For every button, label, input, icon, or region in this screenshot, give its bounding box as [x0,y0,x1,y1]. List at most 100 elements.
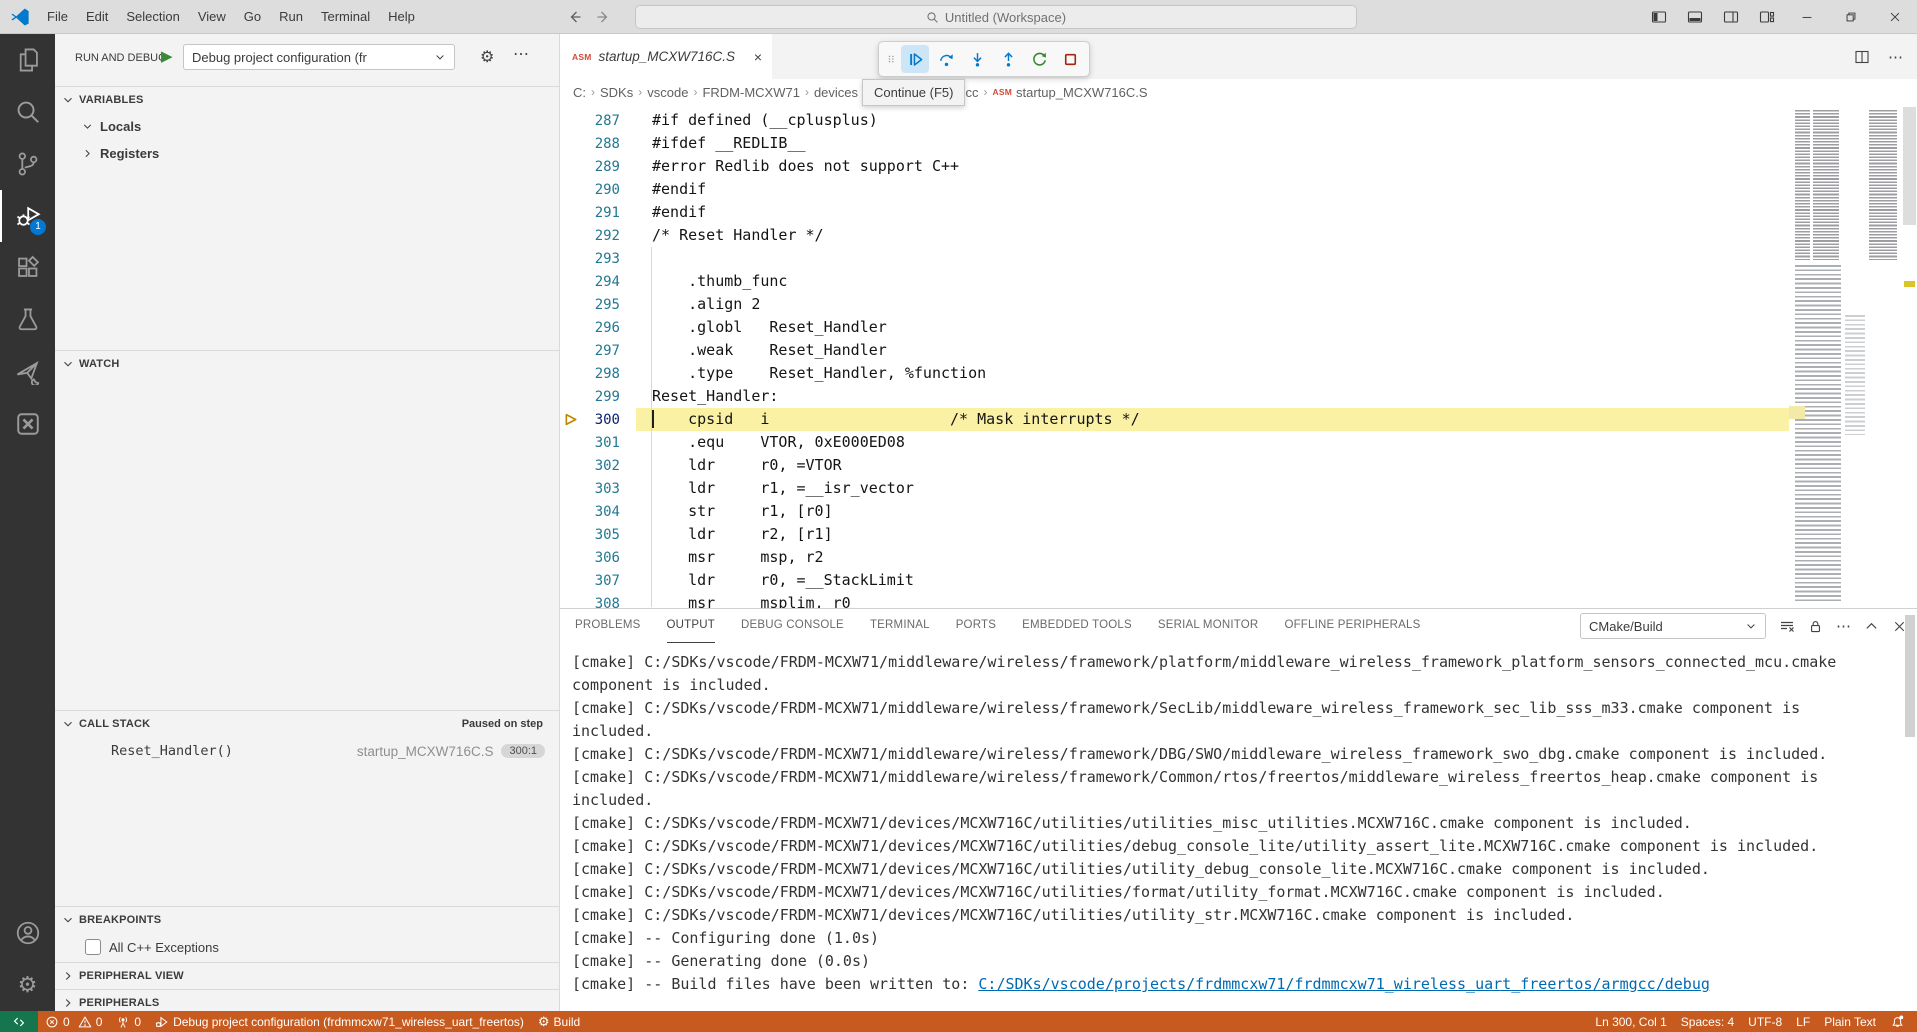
notifications-bell[interactable] [1883,1011,1917,1032]
line-gutter[interactable]: 292 [560,228,636,244]
line-gutter[interactable]: 295 [560,297,636,313]
indentation-status[interactable]: Spaces: 4 [1674,1011,1741,1032]
lock-autoscroll-icon[interactable] [1808,619,1823,634]
variables-item-registers[interactable]: Registers [55,140,559,167]
remote-indicator[interactable] [0,1011,38,1032]
sidebar-more-icon[interactable]: ⋯ [513,44,529,64]
code-line[interactable]: 292/* Reset Handler */ [560,224,1789,247]
nav-back-icon[interactable] [566,9,582,25]
line-gutter[interactable]: 294 [560,274,636,290]
menu-selection[interactable]: Selection [117,0,188,34]
variables-item-locals[interactable]: Locals [55,113,559,140]
minimap[interactable] [1789,105,1902,608]
accounts-icon[interactable] [0,907,55,959]
encoding-status[interactable]: UTF-8 [1741,1011,1789,1032]
line-gutter[interactable]: 288 [560,136,636,152]
window-close-icon[interactable] [1873,0,1917,34]
tab-close-icon[interactable]: × [754,49,762,65]
run-and-debug-icon[interactable]: 1 [0,190,55,242]
line-gutter[interactable]: 308 [560,596,636,609]
panel-tab-offline-peripherals[interactable]: OFFLINE PERIPHERALS [1284,609,1420,643]
line-gutter[interactable]: 287 [560,113,636,129]
manage-gear-icon[interactable]: ⚙ [0,959,55,1011]
breakpoints-header[interactable]: BREAKPOINTS [55,907,559,933]
line-gutter[interactable]: 305 [560,527,636,543]
line-gutter[interactable]: 300 [560,412,636,428]
eol-status[interactable]: LF [1789,1011,1817,1032]
source-control-icon[interactable] [0,138,55,190]
code-line[interactable]: 297 .weak Reset_Handler [560,339,1789,362]
testing-flask-icon[interactable] [0,294,55,346]
line-gutter[interactable]: 301 [560,435,636,451]
code-line[interactable]: 302 ldr r0, =VTOR [560,454,1789,477]
code-line[interactable]: 288#ifdef __REDLIB__ [560,132,1789,155]
panel-tab-debug-console[interactable]: DEBUG CONSOLE [741,609,844,643]
editor-more-icon[interactable]: ⋯ [1888,48,1903,66]
line-gutter[interactable]: 296 [560,320,636,336]
code-line[interactable]: 305 ldr r2, [r1] [560,523,1789,546]
line-gutter[interactable]: 297 [560,343,636,359]
line-gutter[interactable]: 290 [560,182,636,198]
variables-header[interactable]: VARIABLES [55,87,559,113]
panel-tab-ports[interactable]: PORTS [956,609,996,643]
menu-view[interactable]: View [189,0,235,34]
breadcrumb[interactable]: C:›SDKs›vscode›FRDM-MCXW71›devices›MCXW7… [560,79,1917,105]
output-channel-dropdown[interactable]: CMake/Build [1580,613,1766,639]
menu-terminal[interactable]: Terminal [312,0,379,34]
debug-step-out-icon[interactable] [994,45,1022,73]
code-line[interactable]: 300 cpsid i /* Mask interrupts */ [560,408,1789,431]
line-gutter[interactable]: 304 [560,504,636,520]
line-gutter[interactable]: 289 [560,159,636,175]
code-line[interactable]: 287#if defined (__cplusplus) [560,109,1789,132]
window-restore-icon[interactable] [1829,0,1873,34]
code-line[interactable]: 293 [560,247,1789,270]
x-terminal-icon[interactable] [0,398,55,450]
panel-tab-problems[interactable]: PROBLEMS [575,609,641,643]
line-gutter[interactable]: 303 [560,481,636,497]
watch-header[interactable]: WATCH [55,351,559,377]
toggle-secondary-sidebar-icon[interactable] [1713,0,1749,34]
code-line[interactable]: 301 .equ VTOR, 0xE000ED08 [560,431,1789,454]
language-mode-status[interactable]: Plain Text [1817,1011,1883,1032]
code-line[interactable]: 307 ldr r0, =__StackLimit [560,569,1789,592]
breadcrumb-item[interactable]: ASMstartup_MCXW716C.S [993,85,1148,100]
breadcrumb-item[interactable]: FRDM-MCXW71 [702,85,800,100]
overview-ruler[interactable] [1902,105,1917,608]
menu-help[interactable]: Help [379,0,424,34]
customize-layout-icon[interactable] [1749,0,1785,34]
code-line[interactable]: 291#endif [560,201,1789,224]
extensions-icon[interactable] [0,242,55,294]
menu-file[interactable]: File [38,0,77,34]
stack-frame-row[interactable]: Reset_Handler() startup_MCXW716C.S 300:1 [55,737,559,765]
explorer-icon[interactable] [0,34,55,86]
line-gutter[interactable]: 298 [560,366,636,382]
peripherals-header[interactable]: PERIPHERALS [55,990,559,1016]
panel-more-icon[interactable]: ⋯ [1836,617,1851,635]
code-line[interactable]: 308 msr msplim, r0 [560,592,1789,608]
debug-step-into-icon[interactable] [963,45,991,73]
debug-step-over-icon[interactable] [932,45,960,73]
line-gutter[interactable]: 293 [560,251,636,267]
clear-output-icon[interactable] [1779,618,1795,634]
toggle-panel-icon[interactable] [1677,0,1713,34]
cursor-position-status[interactable]: Ln 300, Col 1 [1588,1011,1673,1032]
line-gutter[interactable]: 291 [560,205,636,221]
line-gutter[interactable]: 307 [560,573,636,589]
code-line[interactable]: 304 str r1, [r0] [560,500,1789,523]
maximize-panel-icon[interactable] [1864,619,1879,634]
breadcrumb-item[interactable]: SDKs [600,85,633,100]
line-gutter[interactable]: 306 [560,550,636,566]
breadcrumb-item[interactable]: devices [814,85,858,100]
nav-forward-icon[interactable] [596,9,612,25]
panel-tab-output[interactable]: OUTPUT [667,609,715,643]
window-minimize-icon[interactable] [1785,0,1829,34]
tab-startup-asm[interactable]: ASM startup_MCXW716C.S × [560,34,772,79]
code-line[interactable]: 289#error Redlib does not support C++ [560,155,1789,178]
breakpoint-checkbox[interactable] [85,939,101,955]
code-line[interactable]: 299Reset_Handler: [560,385,1789,408]
panel-tab-embedded-tools[interactable]: EMBEDDED TOOLS [1022,609,1132,643]
split-editor-icon[interactable] [1854,49,1870,65]
debug-config-dropdown[interactable]: Debug project configuration (fr [183,44,455,70]
code-line[interactable]: 298 .type Reset_Handler, %function [560,362,1789,385]
search-icon[interactable] [0,86,55,138]
